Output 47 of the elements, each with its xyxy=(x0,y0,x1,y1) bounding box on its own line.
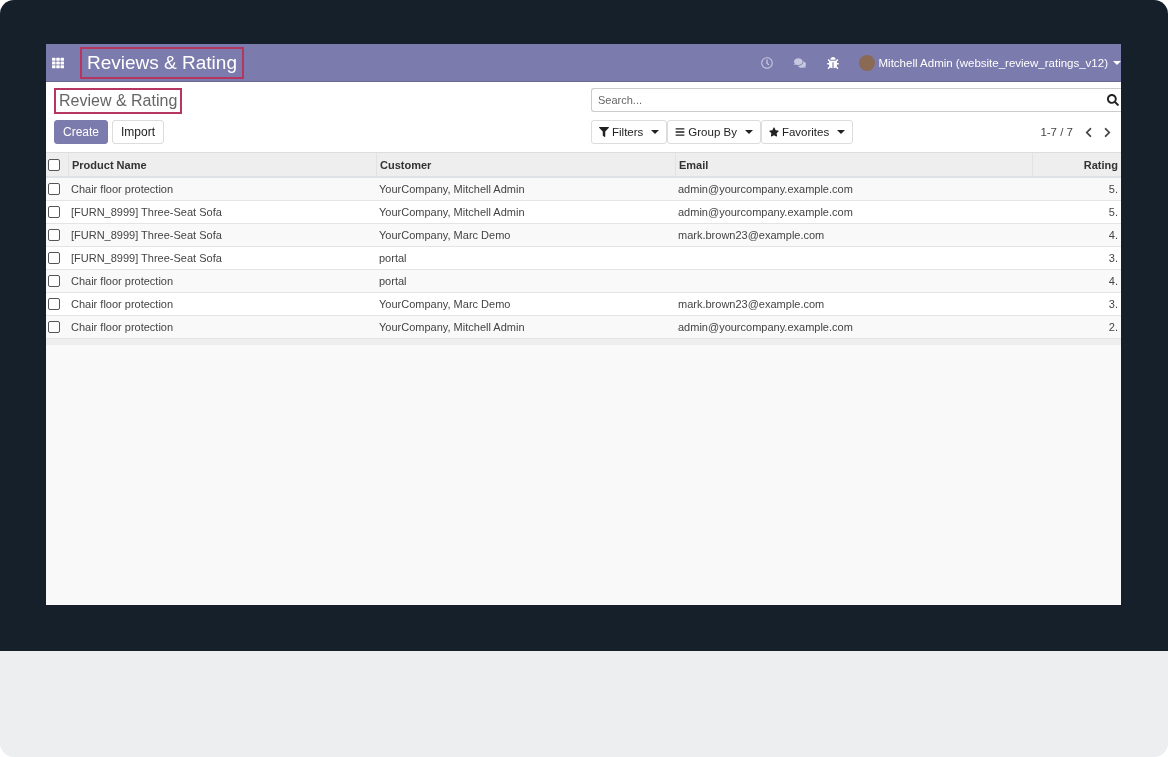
breadcrumb-title: Review & Rating xyxy=(54,88,183,114)
table-cell: YourCompany, Mitchell Admin xyxy=(376,178,675,201)
table-cell: 4. xyxy=(1032,224,1121,247)
user-menu[interactable]: Mitchell Admin (website_review_ratings_v12) xyxy=(878,56,1108,69)
filter-icon xyxy=(599,127,609,137)
column-header[interactable]: Customer xyxy=(376,153,675,178)
row-checkbox[interactable] xyxy=(48,298,60,310)
row-checkbox[interactable] xyxy=(48,252,60,264)
table-cell: mark.brown23@example.com xyxy=(675,224,1032,247)
search-field[interactable]: Search... xyxy=(591,88,1121,112)
next-icon[interactable] xyxy=(1102,126,1113,138)
search-option-button[interactable]: Filters xyxy=(591,120,668,144)
table-cell: admin@yourcompany.example.com xyxy=(675,178,1032,201)
import-button[interactable]: Import xyxy=(112,120,165,144)
search-icon[interactable] xyxy=(1107,94,1119,106)
column-header[interactable]: Rating xyxy=(1032,153,1121,178)
search-option-button[interactable]: Group By xyxy=(667,120,761,144)
table-cell: [FURN_8999] Three-Seat Sofa xyxy=(68,224,376,247)
table-cell: admin@yourcompany.example.com xyxy=(675,316,1032,339)
previous-icon[interactable] xyxy=(1083,126,1094,138)
table-cell: Chair floor protection xyxy=(68,316,376,339)
column-header[interactable]: Product Name xyxy=(68,153,376,178)
table-cell: 4. xyxy=(1032,270,1121,293)
create-button[interactable]: Create xyxy=(54,120,109,144)
row-checkbox[interactable] xyxy=(48,183,60,195)
app-title: Reviews & Rating xyxy=(80,46,244,79)
row-checkbox[interactable] xyxy=(48,206,60,218)
pager-count: 1-7 / 7 xyxy=(1040,126,1073,138)
bug-icon[interactable] xyxy=(826,56,839,69)
table-cell: 5. xyxy=(1032,178,1121,201)
table-cell: portal xyxy=(376,270,675,293)
search-input[interactable]: Search... xyxy=(596,93,1107,107)
list-icon xyxy=(675,127,686,137)
search-option-button[interactable]: Favorites xyxy=(760,120,854,144)
caret-icon[interactable] xyxy=(1113,60,1121,65)
table-cell: YourCompany, Marc Demo xyxy=(376,224,675,247)
star-icon xyxy=(768,127,779,137)
table-cell: 2. xyxy=(1032,316,1121,339)
row-checkbox[interactable] xyxy=(48,321,60,333)
column-header[interactable]: Email xyxy=(675,153,1032,178)
select-all-checkbox[interactable] xyxy=(48,158,60,171)
table-cell: Chair floor protection xyxy=(68,270,376,293)
row-checkbox[interactable] xyxy=(48,229,60,241)
table-cell: Chair floor protection xyxy=(68,178,376,201)
row-checkbox[interactable] xyxy=(48,275,60,287)
table-cell: YourCompany, Mitchell Admin xyxy=(376,316,675,339)
apps-icon[interactable] xyxy=(52,56,64,69)
